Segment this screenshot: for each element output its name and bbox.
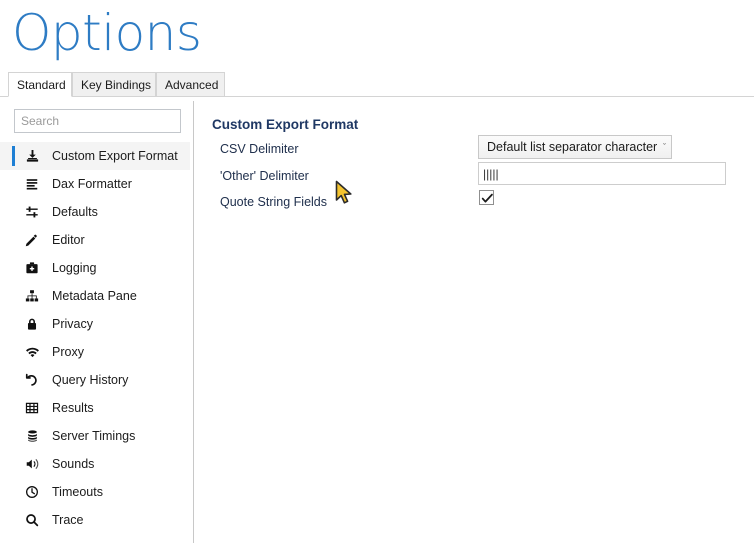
csv-delimiter-dropdown[interactable]: Default list separator character ˇ <box>478 135 672 159</box>
quote-string-fields-checkbox[interactable] <box>479 190 494 205</box>
sidebar-item-label: Proxy <box>52 345 84 359</box>
sidebar-nav-list: Custom Export Format Dax Formatter Defau… <box>0 142 190 534</box>
sidebar-item-label: Query History <box>52 373 129 387</box>
sidebar-item-label: Server Timings <box>52 429 136 443</box>
wifi-icon <box>22 343 42 361</box>
tab-key-bindings[interactable]: Key Bindings <box>72 72 156 97</box>
other-delimiter-label: 'Other' Delimiter <box>220 169 309 183</box>
sidebar-item-label: Metadata Pane <box>52 289 137 303</box>
quote-string-fields-label: Quote String Fields <box>220 195 327 209</box>
sidebar-item-label: Custom Export Format <box>52 149 178 163</box>
page-title: Options <box>12 4 202 62</box>
pencil-icon <box>22 231 42 249</box>
sidebar-item-defaults[interactable]: Defaults <box>0 198 190 226</box>
lines-list-icon <box>22 175 42 193</box>
sidebar-item-metadata-pane[interactable]: Metadata Pane <box>0 282 190 310</box>
history-icon <box>22 371 42 389</box>
hierarchy-icon <box>22 287 42 305</box>
sidebar-item-privacy[interactable]: Privacy <box>0 310 190 338</box>
sidebar-item-proxy[interactable]: Proxy <box>0 338 190 366</box>
sidebar-item-label: Dax Formatter <box>52 177 132 191</box>
form-row-other-delimiter: 'Other' Delimiter <box>194 162 754 188</box>
sidebar-item-label: Sounds <box>52 457 95 471</box>
tab-advanced[interactable]: Advanced <box>156 72 225 97</box>
chevron-down-icon: ˇ <box>663 142 666 152</box>
sidebar-item-server-timings[interactable]: Server Timings <box>0 422 190 450</box>
sidebar-item-label: Timeouts <box>52 485 103 499</box>
export-download-icon <box>22 147 42 165</box>
tab-strip: Standard Key Bindings Advanced <box>0 72 754 97</box>
sidebar-item-query-history[interactable]: Query History <box>0 366 190 394</box>
form-row-quote-string-fields: Quote String Fields <box>194 190 754 214</box>
sidebar-item-trace[interactable]: Trace <box>0 506 190 534</box>
csv-delimiter-value: Default list separator character <box>487 140 658 154</box>
sidebar-item-label: Editor <box>52 233 85 247</box>
section-heading: Custom Export Format <box>212 117 359 132</box>
sidebar-item-results[interactable]: Results <box>0 394 190 422</box>
lock-icon <box>22 315 42 333</box>
csv-delimiter-label: CSV Delimiter <box>220 142 299 156</box>
clock-icon <box>22 483 42 501</box>
briefcase-icon <box>22 259 42 277</box>
options-sidebar: Custom Export Format Dax Formatter <box>0 97 194 543</box>
sidebar-item-custom-export-format[interactable]: Custom Export Format <box>0 142 190 170</box>
options-content-panel: Custom Export Format CSV Delimiter Defau… <box>194 97 754 543</box>
sidebar-item-sounds[interactable]: Sounds <box>0 450 190 478</box>
database-icon <box>22 427 42 445</box>
sidebar-item-label: Trace <box>52 513 84 527</box>
sidebar-item-label: Logging <box>52 261 97 275</box>
sidebar-item-dax-formatter[interactable]: Dax Formatter <box>0 170 190 198</box>
sidebar-item-label: Defaults <box>52 205 98 219</box>
other-delimiter-input[interactable] <box>478 162 726 185</box>
sidebar-item-logging[interactable]: Logging <box>0 254 190 282</box>
tab-standard[interactable]: Standard <box>8 72 72 97</box>
grid-table-icon <box>22 399 42 417</box>
sidebar-item-label: Privacy <box>52 317 93 331</box>
checkmark-icon <box>481 193 493 203</box>
sliders-icon <box>22 203 42 221</box>
sidebar-item-editor[interactable]: Editor <box>0 226 190 254</box>
sidebar-item-timeouts[interactable]: Timeouts <box>0 478 190 506</box>
magnifier-icon <box>22 511 42 529</box>
speaker-icon <box>22 455 42 473</box>
sidebar-item-label: Results <box>52 401 94 415</box>
search-input[interactable] <box>14 109 181 133</box>
form-row-csv-delimiter: CSV Delimiter Default list separator cha… <box>194 135 754 161</box>
